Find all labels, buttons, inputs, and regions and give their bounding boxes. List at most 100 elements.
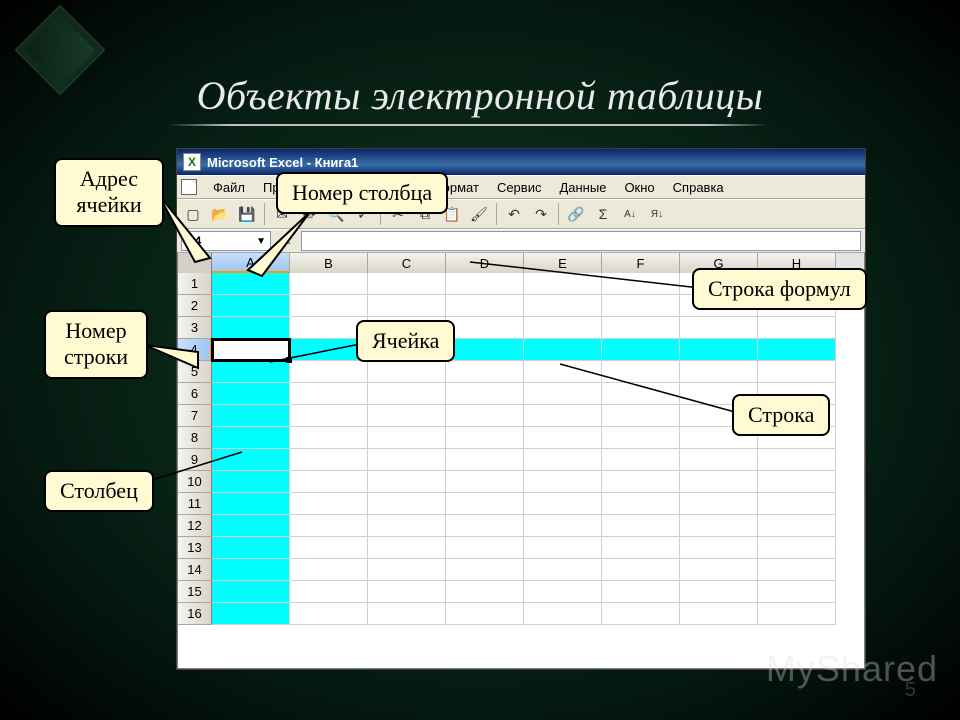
cell-E2[interactable] bbox=[524, 295, 602, 317]
row-header-10[interactable]: 10 bbox=[178, 471, 212, 493]
cell-D5[interactable] bbox=[446, 361, 524, 383]
cell-H9[interactable] bbox=[758, 449, 836, 471]
cell-A11[interactable] bbox=[212, 493, 290, 515]
row-header-12[interactable]: 12 bbox=[178, 515, 212, 537]
sort-desc-icon[interactable]: Я↓ bbox=[645, 202, 669, 226]
cell-F2[interactable] bbox=[602, 295, 680, 317]
cell-A14[interactable] bbox=[212, 559, 290, 581]
cell-H16[interactable] bbox=[758, 603, 836, 625]
cell-G16[interactable] bbox=[680, 603, 758, 625]
row-header-3[interactable]: 3 bbox=[178, 317, 212, 339]
cell-G11[interactable] bbox=[680, 493, 758, 515]
cell-A1[interactable] bbox=[212, 273, 290, 295]
cell-D12[interactable] bbox=[446, 515, 524, 537]
cell-E5[interactable] bbox=[524, 361, 602, 383]
cell-D16[interactable] bbox=[446, 603, 524, 625]
cell-A7[interactable] bbox=[212, 405, 290, 427]
cell-A9[interactable] bbox=[212, 449, 290, 471]
cell-A15[interactable] bbox=[212, 581, 290, 603]
column-header-F[interactable]: F bbox=[602, 253, 680, 273]
cell-D13[interactable] bbox=[446, 537, 524, 559]
cell-C7[interactable] bbox=[368, 405, 446, 427]
column-header-A[interactable]: A bbox=[212, 253, 290, 273]
cell-F6[interactable] bbox=[602, 383, 680, 405]
cell-C13[interactable] bbox=[368, 537, 446, 559]
column-header-E[interactable]: E bbox=[524, 253, 602, 273]
row-header-1[interactable]: 1 bbox=[178, 273, 212, 295]
cell-D6[interactable] bbox=[446, 383, 524, 405]
cell-C5[interactable] bbox=[368, 361, 446, 383]
cell-G13[interactable] bbox=[680, 537, 758, 559]
cell-D3[interactable] bbox=[446, 317, 524, 339]
cell-G3[interactable] bbox=[680, 317, 758, 339]
row-header-14[interactable]: 14 bbox=[178, 559, 212, 581]
cell-G15[interactable] bbox=[680, 581, 758, 603]
cell-B14[interactable] bbox=[290, 559, 368, 581]
sort-asc-icon[interactable]: A↓ bbox=[618, 202, 642, 226]
cell-G9[interactable] bbox=[680, 449, 758, 471]
cell-F4[interactable] bbox=[602, 339, 680, 361]
cell-B6[interactable] bbox=[290, 383, 368, 405]
document-icon[interactable] bbox=[181, 179, 197, 195]
cell-D8[interactable] bbox=[446, 427, 524, 449]
row-header-16[interactable]: 16 bbox=[178, 603, 212, 625]
undo-icon[interactable]: ↶ bbox=[502, 202, 526, 226]
row-header-15[interactable]: 15 bbox=[178, 581, 212, 603]
cell-A8[interactable] bbox=[212, 427, 290, 449]
cell-B13[interactable] bbox=[290, 537, 368, 559]
row-header-2[interactable]: 2 bbox=[178, 295, 212, 317]
cell-B15[interactable] bbox=[290, 581, 368, 603]
cell-B5[interactable] bbox=[290, 361, 368, 383]
cell-G10[interactable] bbox=[680, 471, 758, 493]
cell-B12[interactable] bbox=[290, 515, 368, 537]
menu-file[interactable]: Файл bbox=[205, 178, 253, 197]
cell-C8[interactable] bbox=[368, 427, 446, 449]
cell-E12[interactable] bbox=[524, 515, 602, 537]
cell-B16[interactable] bbox=[290, 603, 368, 625]
column-header-D[interactable]: D bbox=[446, 253, 524, 273]
row-header-4[interactable]: 4 bbox=[178, 339, 212, 361]
cell-E16[interactable] bbox=[524, 603, 602, 625]
cell-A2[interactable] bbox=[212, 295, 290, 317]
row-header-9[interactable]: 9 bbox=[178, 449, 212, 471]
cell-D2[interactable] bbox=[446, 295, 524, 317]
cell-H11[interactable] bbox=[758, 493, 836, 515]
cell-A3[interactable] bbox=[212, 317, 290, 339]
cell-F5[interactable] bbox=[602, 361, 680, 383]
cell-D15[interactable] bbox=[446, 581, 524, 603]
cell-C12[interactable] bbox=[368, 515, 446, 537]
menu-tools[interactable]: Сервис bbox=[489, 178, 550, 197]
new-icon[interactable]: ▢ bbox=[181, 202, 205, 226]
cell-F8[interactable] bbox=[602, 427, 680, 449]
cell-H14[interactable] bbox=[758, 559, 836, 581]
cell-G14[interactable] bbox=[680, 559, 758, 581]
row-header-13[interactable]: 13 bbox=[178, 537, 212, 559]
cell-E8[interactable] bbox=[524, 427, 602, 449]
row-header-11[interactable]: 11 bbox=[178, 493, 212, 515]
cell-B10[interactable] bbox=[290, 471, 368, 493]
cell-A13[interactable] bbox=[212, 537, 290, 559]
formula-input[interactable] bbox=[301, 231, 861, 251]
cell-B8[interactable] bbox=[290, 427, 368, 449]
cell-A4[interactable] bbox=[212, 339, 290, 361]
cell-D4[interactable] bbox=[446, 339, 524, 361]
chevron-down-icon[interactable]: ▼ bbox=[256, 236, 266, 247]
redo-icon[interactable]: ↷ bbox=[529, 202, 553, 226]
cell-E7[interactable] bbox=[524, 405, 602, 427]
cell-B7[interactable] bbox=[290, 405, 368, 427]
cell-A5[interactable] bbox=[212, 361, 290, 383]
cell-C15[interactable] bbox=[368, 581, 446, 603]
format-painter-icon[interactable]: 🖌 bbox=[467, 202, 491, 226]
cell-E15[interactable] bbox=[524, 581, 602, 603]
cell-E1[interactable] bbox=[524, 273, 602, 295]
cell-B1[interactable] bbox=[290, 273, 368, 295]
cell-C11[interactable] bbox=[368, 493, 446, 515]
cell-C14[interactable] bbox=[368, 559, 446, 581]
cell-H5[interactable] bbox=[758, 361, 836, 383]
cell-F3[interactable] bbox=[602, 317, 680, 339]
cell-E11[interactable] bbox=[524, 493, 602, 515]
cell-E9[interactable] bbox=[524, 449, 602, 471]
row-header-7[interactable]: 7 bbox=[178, 405, 212, 427]
cell-D14[interactable] bbox=[446, 559, 524, 581]
cell-H15[interactable] bbox=[758, 581, 836, 603]
